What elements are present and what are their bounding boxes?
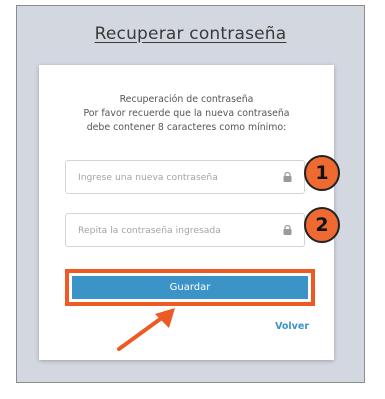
step-badge-1: 1 [304, 155, 340, 191]
info-text: Recuperación de contraseña Por favor rec… [39, 93, 334, 135]
arrow-icon [117, 308, 175, 351]
lock-icon [283, 225, 292, 235]
lock-icon [283, 172, 292, 182]
page-title: Recuperar contraseña [94, 24, 287, 44]
back-link[interactable]: Volver [275, 321, 309, 332]
info-line-1: Recuperación de contraseña [119, 94, 254, 105]
save-button[interactable]: Guardar [72, 276, 308, 299]
save-button-highlight: Guardar [65, 269, 315, 306]
new-password-input[interactable] [78, 161, 278, 193]
step-badge-2: 2 [304, 207, 340, 243]
info-line-2: Por favor recuerde que la nueva contrase… [83, 108, 290, 119]
screenshot-frame: Recuperar contraseña Recuperación de con… [16, 5, 365, 383]
info-line-3: debe contener 8 caracteres como mínimo: [86, 122, 287, 133]
repeat-password-field[interactable] [65, 213, 305, 247]
new-password-field[interactable] [65, 160, 305, 194]
repeat-password-input[interactable] [78, 214, 278, 246]
